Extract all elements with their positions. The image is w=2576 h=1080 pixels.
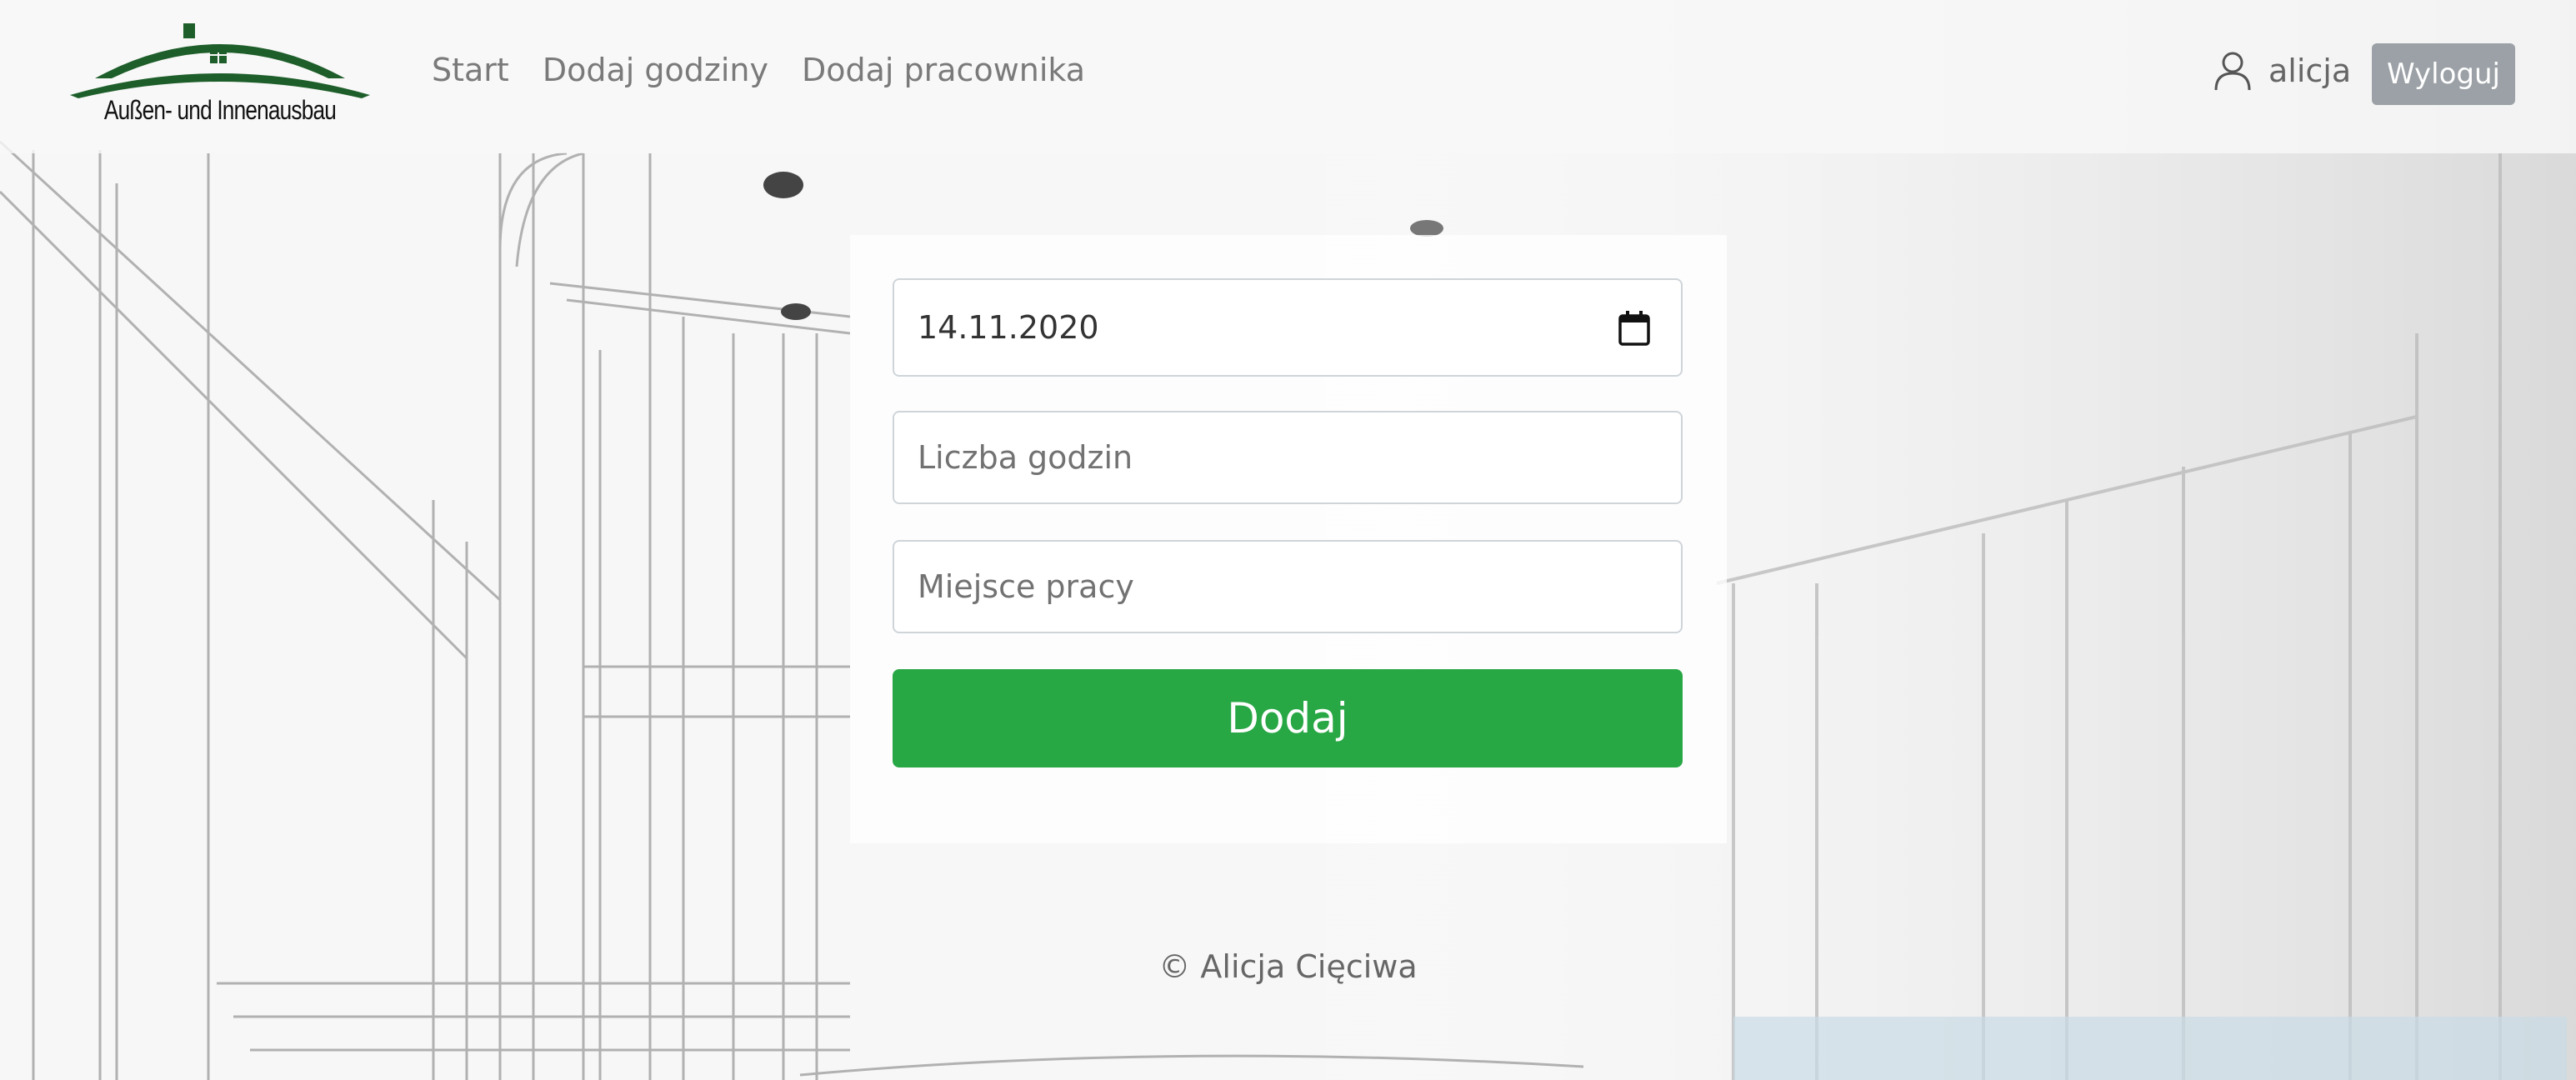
brand-logo[interactable]: Außen- und Innenausbau xyxy=(62,18,378,133)
navbar: Außen- und Innenausbau Start Dodaj godzi… xyxy=(0,0,2576,153)
workplace-input[interactable]: Miejsce pracy xyxy=(893,540,1683,633)
date-input[interactable]: 14.11.2020 xyxy=(893,278,1683,377)
hours-input[interactable]: Liczba godzin xyxy=(893,411,1683,504)
brand-logo-text: Außen- und Innenausbau xyxy=(103,95,337,125)
nav-link-start[interactable]: Start xyxy=(432,52,509,88)
user-name: alicja xyxy=(2268,52,2352,89)
calendar-icon[interactable] xyxy=(1618,310,1651,347)
add-submit-button[interactable]: Dodaj xyxy=(893,669,1683,768)
main-nav: Start Dodaj godziny Dodaj pracownika xyxy=(432,52,1118,88)
hours-input-placeholder: Liczba godzin xyxy=(918,439,1133,476)
footer-copyright: © Alicja Cięciwa xyxy=(1158,948,1418,985)
logout-button[interactable]: Wyloguj xyxy=(2372,43,2515,105)
user-icon xyxy=(2214,52,2251,91)
house-roof-icon xyxy=(70,23,370,98)
date-input-value: 14.11.2020 xyxy=(918,309,1099,346)
user-menu: alicja xyxy=(2213,50,2351,92)
nav-link-add-employee[interactable]: Dodaj pracownika xyxy=(802,52,1085,88)
nav-link-add-hours[interactable]: Dodaj godziny xyxy=(543,52,768,88)
workplace-input-placeholder: Miejsce pracy xyxy=(918,568,1134,605)
